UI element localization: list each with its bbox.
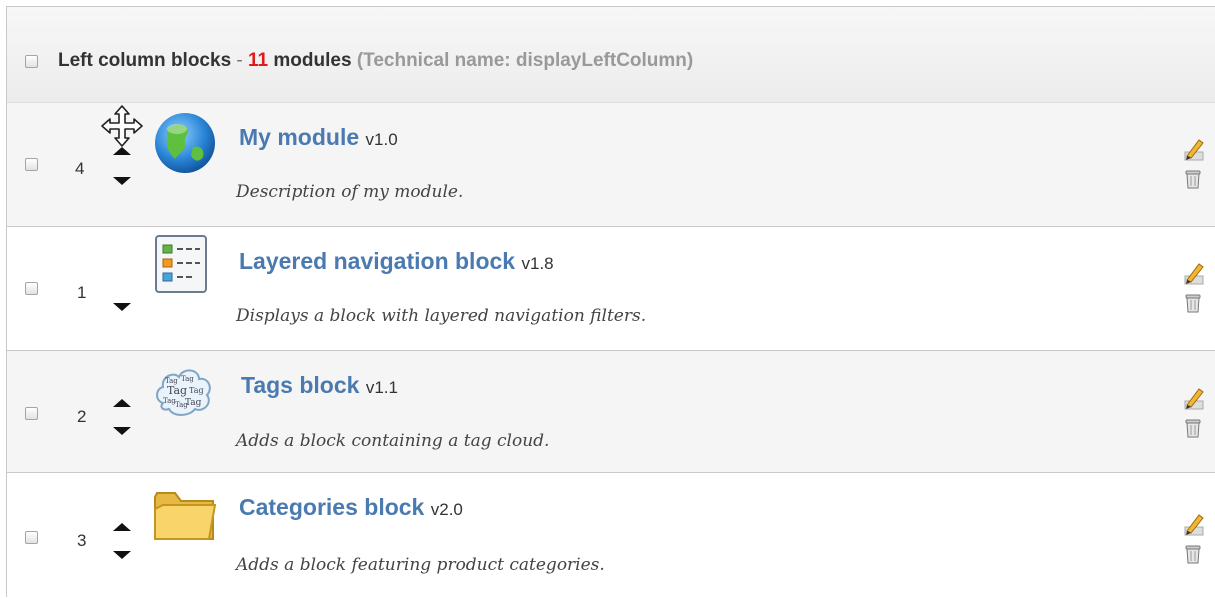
- hook-panel: Left column blocks - 11 modules (Technic…: [6, 6, 1215, 597]
- module-description: Adds a block featuring product categorie…: [236, 555, 605, 575]
- module-title-link[interactable]: Categories block v2.0: [239, 494, 463, 521]
- module-version: v1.8: [521, 254, 554, 273]
- module-title-link[interactable]: My module v1.0: [239, 124, 398, 151]
- module-version: v1.0: [365, 130, 398, 149]
- delete-trash-icon[interactable]: [1185, 544, 1201, 564]
- select-all-checkbox[interactable]: [25, 55, 38, 68]
- layered-navigation-icon: [155, 235, 207, 293]
- module-row[interactable]: 3 Categories block v2.0 Adds a block fea…: [7, 473, 1215, 597]
- module-title-link[interactable]: Tags block v1.1: [241, 372, 398, 399]
- move-up-arrow[interactable]: [113, 523, 131, 531]
- globe-icon: [155, 113, 215, 173]
- svg-text:Tag: Tag: [185, 398, 202, 408]
- module-description: Adds a block containing a tag cloud.: [236, 431, 550, 451]
- module-checkbox[interactable]: [25, 531, 38, 544]
- delete-trash-icon[interactable]: [1185, 418, 1201, 438]
- module-checkbox[interactable]: [25, 282, 38, 295]
- edit-pencil-icon[interactable]: [1183, 385, 1205, 411]
- module-title-link[interactable]: Layered navigation block v1.8: [239, 248, 554, 275]
- hook-title: Left column blocks: [58, 50, 232, 71]
- delete-trash-icon[interactable]: [1185, 169, 1201, 189]
- move-up-arrow[interactable]: [113, 147, 131, 155]
- move-down-arrow[interactable]: [113, 303, 131, 311]
- module-name: Tags block: [241, 372, 360, 398]
- module-checkbox[interactable]: [25, 158, 38, 171]
- module-description: Displays a block with layered navigation…: [236, 306, 647, 326]
- module-position: 2: [77, 407, 87, 426]
- hook-header: Left column blocks - 11 modules (Technic…: [7, 7, 1215, 103]
- module-row[interactable]: 4 My module v1.0 Description of my modul…: [7, 103, 1215, 227]
- technical-name: (Technical name: displayLeftColumn): [356, 50, 694, 71]
- module-count: 11: [248, 50, 269, 71]
- hook-dash: -: [236, 50, 243, 71]
- hook-header-text: Left column blocks - 11 modules (Technic…: [58, 50, 693, 72]
- svg-text:Tag: Tag: [167, 384, 187, 397]
- tag-cloud-icon: Tag Tag Tag Tag Tag Tag Tag: [156, 369, 211, 416]
- move-down-arrow[interactable]: [113, 427, 131, 435]
- delete-trash-icon[interactable]: [1185, 293, 1201, 313]
- module-position: 1: [77, 283, 87, 302]
- edit-pencil-icon[interactable]: [1183, 260, 1205, 286]
- svg-text:Tag: Tag: [181, 375, 194, 383]
- modules-word: modules: [273, 50, 352, 71]
- move-up-arrow[interactable]: [113, 399, 131, 407]
- module-name: Layered navigation block: [239, 248, 516, 274]
- module-position: 4: [75, 159, 85, 178]
- move-down-arrow[interactable]: [113, 177, 131, 185]
- svg-text:Tag: Tag: [189, 386, 204, 395]
- folder-icon: [154, 492, 217, 540]
- module-name: Categories block: [239, 494, 425, 520]
- module-checkbox[interactable]: [25, 407, 38, 420]
- edit-pencil-icon[interactable]: [1183, 136, 1205, 162]
- move-cursor-icon[interactable]: [99, 103, 145, 149]
- edit-pencil-icon[interactable]: [1183, 511, 1205, 537]
- module-position: 3: [77, 531, 87, 550]
- module-row[interactable]: 1 Layered navigation block v1.8 Displays…: [7, 227, 1215, 351]
- module-version: v1.1: [365, 378, 398, 397]
- module-description: Description of my module.: [236, 182, 464, 202]
- module-name: My module: [239, 124, 360, 150]
- module-row[interactable]: 2 Tag Tag Tag Tag Tag Tag Tag Tags block…: [7, 351, 1215, 473]
- module-version: v2.0: [430, 500, 463, 519]
- move-down-arrow[interactable]: [113, 551, 131, 559]
